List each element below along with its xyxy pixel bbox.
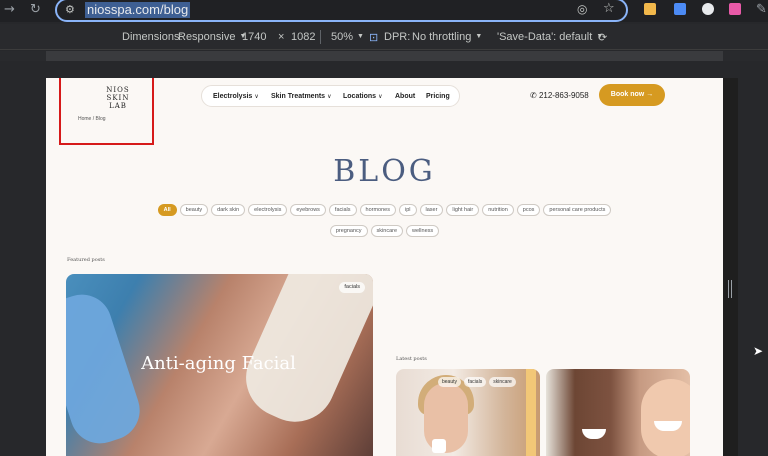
post-image-face [641, 379, 690, 456]
phone-icon: ✆ [530, 91, 537, 100]
pen-icon[interactable]: ✎ [756, 1, 767, 19]
eye-off-icon[interactable]: ◎ [577, 2, 587, 16]
featured-posts-label: Featured posts [67, 257, 105, 263]
site-settings-icon[interactable]: ⚙ [65, 3, 75, 16]
tag-filter[interactable]: nutrition [482, 204, 514, 216]
tag-filter[interactable]: eyebrows [290, 204, 326, 216]
chevron-down-icon: ∨ [378, 94, 383, 100]
page-title: BLOG [333, 154, 436, 189]
times-sign: × [278, 31, 285, 43]
tag-filter[interactable]: beauty [179, 204, 209, 216]
browser-toolbar: → ↻ ⚙ niosspa.com/blog ◎ ☆ ✎ [0, 0, 768, 22]
width-input[interactable]: 1740 [242, 31, 266, 43]
post-tags: beauty facials skincare [438, 377, 516, 387]
nav-item-pricing[interactable]: Pricing [426, 93, 450, 100]
post-tag[interactable]: skincare [489, 377, 516, 387]
post-tag[interactable]: facials [339, 282, 365, 293]
dpr-icon[interactable]: ⊡ [369, 31, 378, 44]
rotate-icon[interactable]: ⟳ [598, 31, 607, 44]
post-tag[interactable]: facials [464, 377, 487, 387]
post-image-mirror [526, 369, 536, 456]
post-image-cup [432, 439, 446, 453]
extension-icon[interactable] [729, 3, 741, 15]
latest-post-card[interactable]: beauty facials skincare [396, 369, 540, 456]
dimensions-label: Dimensions: [122, 31, 183, 43]
bookmark-star-icon[interactable]: ☆ [603, 1, 615, 16]
nav-item-electrolysis[interactable]: Electrolysis ∨ [213, 93, 259, 100]
extension-icon[interactable] [702, 3, 714, 15]
extension-icon[interactable] [674, 3, 686, 15]
phone-number: 212-863-9058 [538, 91, 589, 100]
book-now-label: Book now [610, 91, 645, 98]
tag-filter[interactable]: dark skin [211, 204, 246, 216]
caret-down-icon: ▼ [357, 33, 364, 40]
save-data-select[interactable]: 'Save-Data': default ▼ [497, 31, 603, 43]
tag-filter[interactable]: skincare [370, 225, 404, 237]
nav-item-about[interactable]: About [395, 93, 415, 100]
device-toolbar: Dimensions: Responsive ▼ 1740 × 1082 50% ▼… [0, 24, 768, 50]
featured-post-card[interactable]: Anti-aging Facial facials [66, 274, 373, 456]
highlight-box [59, 78, 154, 145]
post-image-smile [582, 429, 606, 439]
chevron-down-icon: ∨ [254, 94, 259, 100]
tag-filter[interactable]: wellness [406, 225, 440, 237]
tag-filter[interactable]: laser [419, 204, 444, 216]
phone-link[interactable]: ✆ 212-863-9058 [530, 91, 589, 100]
dimensions-mode-select[interactable]: Responsive ▼ [178, 31, 246, 43]
main-nav: Electrolysis ∨ Skin Treatments ∨ Locations… [201, 85, 460, 107]
mouse-cursor-icon: ➤ [753, 344, 764, 358]
caret-down-icon: ▼ [475, 33, 483, 40]
extension-icon[interactable] [644, 3, 656, 15]
nav-item-locations[interactable]: Locations ∨ [343, 93, 382, 100]
ruler-fill [46, 51, 723, 61]
arrow-right-icon: → [646, 91, 654, 98]
book-now-button[interactable]: Book now → [599, 84, 665, 106]
dpr-label: DPR: [384, 31, 411, 43]
featured-post-title[interactable]: Anti-aging Facial [126, 354, 311, 374]
tag-filter[interactable]: hormones [359, 204, 396, 216]
resize-handle[interactable] [728, 280, 732, 298]
tag-filter[interactable]: facials [328, 204, 357, 216]
zoom-select[interactable]: 50% ▼ [331, 31, 364, 43]
tag-filter[interactable]: ipl [398, 204, 417, 216]
tag-filter[interactable]: pcos [516, 204, 541, 216]
tag-filter-row: All beauty dark skin electrolysis eyebro… [46, 204, 723, 216]
ruler [0, 51, 768, 61]
tag-filter-row: pregnancy skincare wellness [46, 225, 723, 237]
divider [320, 30, 321, 44]
throttling-select[interactable]: No throttling ▼ [412, 31, 482, 43]
height-input[interactable]: 1082 [291, 31, 315, 43]
latest-post-card[interactable] [546, 369, 690, 456]
tag-filter[interactable]: light hair [446, 204, 480, 216]
reload-icon[interactable]: ↻ [30, 1, 41, 19]
latest-posts-label: Latest posts [396, 356, 427, 362]
devtools-gutter [723, 78, 738, 456]
nav-item-skin-treatments[interactable]: Skin Treatments ∨ [271, 93, 331, 100]
post-tag[interactable]: beauty [438, 377, 462, 387]
post-image-face [424, 383, 468, 453]
tag-all[interactable]: All [157, 204, 177, 216]
tag-filter[interactable]: pregnancy [329, 225, 368, 237]
forward-icon[interactable]: → [4, 1, 15, 19]
address-bar[interactable]: ⚙ niosspa.com/blog ◎ ☆ [55, 0, 628, 22]
url-text[interactable]: niosspa.com/blog [85, 2, 191, 18]
tag-filter[interactable]: electrolysis [248, 204, 288, 216]
tag-filter[interactable]: personal care products [543, 204, 612, 216]
page-viewport: NIOS SKIN LAB Home / Blog Electrolysis ∨ … [46, 78, 723, 456]
chevron-down-icon: ∨ [327, 94, 332, 100]
